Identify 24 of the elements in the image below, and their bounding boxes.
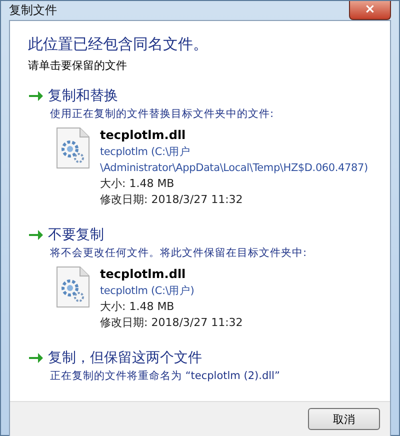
file-modified-date: 修改日期: 2018/3/27 11:32 [100, 315, 243, 331]
option-link[interactable]: 复制和替换 [28, 87, 390, 105]
arrow-icon [28, 229, 44, 241]
cancel-button[interactable]: 取消 [308, 408, 380, 430]
option-description: 正在复制的文件将重命名为 “tecplotlm (2).dll” [50, 369, 281, 383]
file-location: \Administrator\AppData\Local\Temp\HZ$D.060.4787) [100, 161, 368, 176]
file-size: 大小: 1.48 MB [100, 299, 176, 315]
file-modified-date: 修改日期: 2018/3/27 11:32 [100, 192, 244, 208]
arrow-icon [28, 90, 44, 102]
option-link[interactable]: 不要复制 [28, 226, 390, 244]
arrow-icon [28, 352, 44, 364]
file-size: 大小: 1.48 MB [100, 176, 176, 192]
option-link[interactable]: 复制，但保留这两个文件 [28, 349, 390, 367]
file-location: tecplotlm (C:\用户) [100, 284, 196, 299]
instruction-text: 请单击要保留的文件 [28, 58, 128, 73]
file-gear-icon [56, 127, 90, 169]
option-description: 使用正在复制的文件替换目标文件夹中的文件: [50, 107, 275, 121]
window-title: 复制文件 [9, 2, 57, 19]
file-gear-icon [56, 266, 90, 308]
file-name: tecplotlm.dll [100, 266, 187, 283]
file-name: tecplotlm.dll [100, 127, 187, 144]
file-location: tecplotlm (C:\用户 [100, 145, 192, 160]
option-description: 将不会更改任何文件。将此文件保留在目标文件夹中: [50, 246, 308, 260]
heading: 此位置已经包含同名文件。 [28, 35, 209, 54]
